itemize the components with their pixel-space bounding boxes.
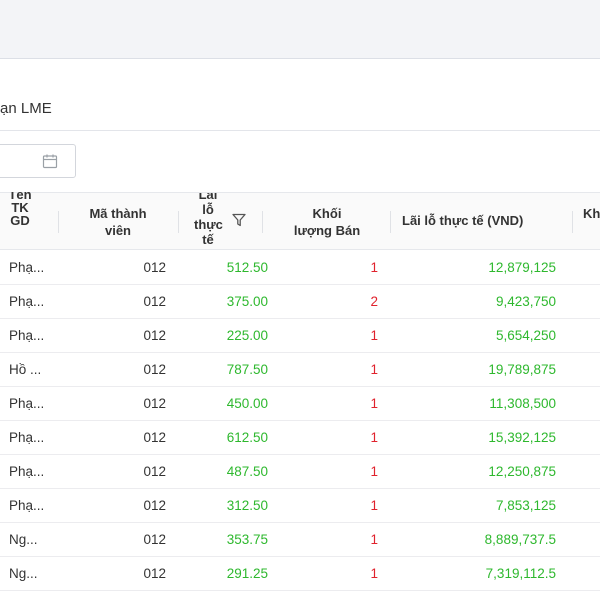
cell-actual-pnl: 312.50	[226, 498, 268, 513]
cell-member-code: 012	[143, 362, 166, 377]
cell-sell-volume: 1	[370, 498, 378, 513]
cell-sell-volume: 1	[370, 362, 378, 377]
table-row[interactable]: Phạ... 012 375.00 2 9,423,750	[0, 285, 600, 319]
header-divider	[58, 211, 59, 233]
cell-account-name: Phạ...	[9, 498, 45, 513]
cell-actual-pnl: 353.75	[226, 532, 268, 547]
cell-account-name: Ng...	[9, 566, 38, 581]
cell-sell-volume: 1	[370, 532, 378, 547]
table-header: Tên TK GD Mã thành viên Lãi lỗ thực tế K…	[0, 192, 600, 250]
cell-actual-pnl-vnd: 9,423,750	[495, 294, 556, 309]
table-row[interactable]: Phạ... 012 450.00 1 11,308,500	[0, 387, 600, 421]
table-row[interactable]: Phạ... 012 612.50 1 15,392,125	[0, 421, 600, 455]
table-row[interactable]: Ng... 012 353.75 1 8,889,737.5	[0, 523, 600, 557]
cell-actual-pnl: 612.50	[226, 430, 268, 445]
cell-member-code: 012	[143, 328, 166, 343]
cell-actual-pnl-vnd: 15,392,125	[488, 430, 556, 445]
header-member-code[interactable]: Mã thành viên	[62, 193, 174, 249]
filter-icon[interactable]	[232, 213, 246, 227]
cell-member-code: 012	[143, 430, 166, 445]
cell-sell-volume: 1	[370, 464, 378, 479]
table-row[interactable]: Phạ... 012 225.00 1 5,654,250	[0, 319, 600, 353]
header-sell-volume[interactable]: Khối lượng Bán	[282, 193, 372, 249]
cell-actual-pnl-vnd: 8,889,737.5	[484, 532, 556, 547]
cell-account-name: Ng...	[9, 532, 38, 547]
title-divider	[0, 130, 600, 131]
cell-actual-pnl-vnd: 12,879,125	[488, 260, 556, 275]
header-actual-pnl[interactable]: Lãi lỗ thực tế	[182, 193, 232, 249]
table-row[interactable]: Phạ... 012 512.50 1 12,879,125	[0, 251, 600, 285]
table-body: Phạ... 012 512.50 1 12,879,125 Phạ... 01…	[0, 251, 600, 591]
results-table: Tên TK GD Mã thành viên Lãi lỗ thực tế K…	[0, 192, 600, 600]
date-input[interactable]	[1, 151, 31, 171]
cell-actual-pnl-vnd: 5,654,250	[495, 328, 556, 343]
cell-sell-volume: 1	[370, 566, 378, 581]
header-divider	[262, 211, 263, 233]
cell-member-code: 012	[143, 294, 166, 309]
header-account-name[interactable]: Tên TK GD	[0, 192, 40, 249]
cell-member-code: 012	[143, 498, 166, 513]
cell-sell-volume: 1	[370, 260, 378, 275]
cell-actual-pnl: 375.00	[226, 294, 268, 309]
cell-actual-pnl: 291.25	[226, 566, 268, 581]
cell-actual-pnl: 487.50	[226, 464, 268, 479]
cell-account-name: Phạ...	[9, 260, 45, 275]
cell-actual-pnl: 512.50	[226, 260, 268, 275]
cell-actual-pnl: 225.00	[226, 328, 268, 343]
cell-actual-pnl-vnd: 7,853,125	[495, 498, 556, 513]
page-title: ạn LME	[0, 100, 52, 117]
date-picker[interactable]	[0, 144, 76, 178]
cell-member-code: 012	[143, 464, 166, 479]
cell-actual-pnl-vnd: 19,789,875	[488, 362, 556, 377]
table-row[interactable]: Hồ ... 012 787.50 1 19,789,875	[0, 353, 600, 387]
cell-actual-pnl-vnd: 12,250,875	[488, 464, 556, 479]
cell-member-code: 012	[143, 566, 166, 581]
cell-actual-pnl: 450.00	[226, 396, 268, 411]
table-row[interactable]: Phạ... 012 312.50 1 7,853,125	[0, 489, 600, 523]
calendar-icon[interactable]	[42, 153, 58, 169]
table-row[interactable]: Ng... 012 291.25 1 7,319,112.5	[0, 557, 600, 591]
header-actual-pnl-vnd[interactable]: Lãi lỗ thực tế (VND)	[392, 193, 562, 249]
cell-sell-volume: 1	[370, 430, 378, 445]
cell-account-name: Phạ...	[9, 396, 45, 411]
header-divider	[178, 211, 179, 233]
cell-actual-pnl: 787.50	[226, 362, 268, 377]
cell-account-name: Phạ...	[9, 328, 45, 343]
cell-account-name: Phạ...	[9, 464, 45, 479]
cell-account-name: Phạ...	[9, 294, 45, 309]
cell-account-name: Hồ ...	[9, 362, 42, 377]
header-divider	[390, 211, 391, 233]
cell-actual-pnl-vnd: 7,319,112.5	[485, 566, 556, 581]
header-divider	[572, 211, 573, 233]
header-next-column[interactable]: Kh	[583, 193, 600, 249]
top-bar	[0, 0, 600, 59]
cell-sell-volume: 1	[370, 328, 378, 343]
cell-member-code: 012	[143, 532, 166, 547]
table-row[interactable]: Phạ... 012 487.50 1 12,250,875	[0, 455, 600, 489]
cell-sell-volume: 1	[370, 396, 378, 411]
cell-member-code: 012	[143, 260, 166, 275]
cell-member-code: 012	[143, 396, 166, 411]
cell-sell-volume: 2	[370, 294, 378, 309]
cell-actual-pnl-vnd: 11,308,500	[489, 396, 556, 411]
cell-account-name: Phạ...	[9, 430, 45, 445]
